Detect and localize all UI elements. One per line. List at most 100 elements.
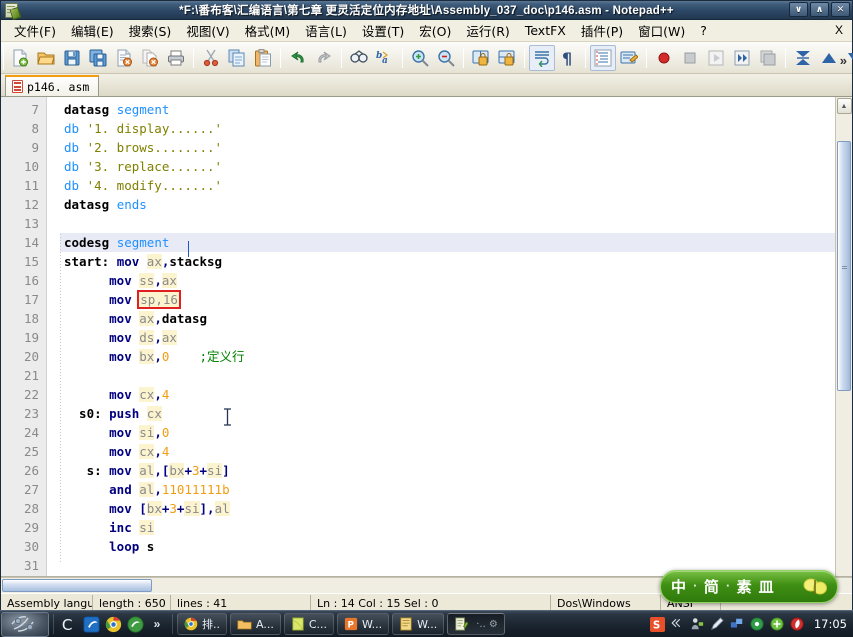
shield-icon[interactable] bbox=[790, 616, 805, 632]
zoom-in-icon[interactable] bbox=[407, 45, 433, 71]
sync-horizontal-icon[interactable] bbox=[494, 45, 520, 71]
code-line[interactable]: codesg segment bbox=[60, 233, 835, 252]
code-line[interactable]: mov [bx+3+si],al bbox=[60, 499, 835, 518]
menu-help[interactable]: ? bbox=[693, 21, 715, 40]
code-line[interactable]: db '4. modify.......' bbox=[60, 176, 835, 195]
code-line[interactable]: s: mov al,[bx+3+si] bbox=[60, 461, 835, 480]
menu-macro[interactable]: 宏(O) bbox=[412, 19, 459, 42]
task-item-1[interactable]: A... bbox=[230, 613, 281, 635]
record-macro-icon[interactable] bbox=[651, 45, 677, 71]
code-line[interactable]: loop s bbox=[60, 537, 835, 556]
ime-toolbar[interactable]: 中 · 简 · 素 皿 bbox=[660, 570, 838, 603]
code-line[interactable]: db '1. display......' bbox=[60, 119, 835, 138]
close-file-icon[interactable] bbox=[111, 45, 137, 71]
scroll-up-arrow[interactable]: ▲ bbox=[836, 98, 852, 114]
ime-keyboard-label[interactable]: 皿 bbox=[759, 576, 774, 597]
vertical-scrollbar[interactable]: ▲ bbox=[835, 97, 852, 576]
ime-shape-label[interactable]: 简 bbox=[704, 576, 719, 597]
task-item-3[interactable]: P W... bbox=[337, 613, 390, 635]
code-line[interactable]: inc si bbox=[60, 518, 835, 537]
menu-language[interactable]: 语言(L) bbox=[298, 19, 355, 42]
paste-icon[interactable] bbox=[250, 45, 276, 71]
clock[interactable]: 17:05 bbox=[810, 617, 847, 631]
tab-p146-asm[interactable]: p146. asm bbox=[5, 75, 100, 96]
hscrollbar-thumb[interactable] bbox=[2, 579, 152, 592]
menu-file[interactable]: 文件(F) bbox=[7, 19, 64, 42]
task-item-4[interactable]: W... bbox=[392, 613, 445, 635]
code-line[interactable] bbox=[60, 366, 835, 385]
copy-icon[interactable] bbox=[224, 45, 250, 71]
expand-up-icon[interactable] bbox=[816, 45, 842, 71]
close-button[interactable]: ✕ bbox=[831, 2, 850, 17]
disc-icon[interactable] bbox=[750, 616, 765, 632]
code-line[interactable]: mov cx,4 bbox=[60, 442, 835, 461]
menu-run[interactable]: 运行(R) bbox=[459, 19, 517, 42]
save-macro-icon[interactable] bbox=[755, 45, 781, 71]
close-all-icon[interactable] bbox=[137, 45, 163, 71]
code-line[interactable]: db '3. replace......' bbox=[60, 157, 835, 176]
code-editor[interactable]: 7 8 9 10 11 12 13 14 15 16 17 18 19 20 21 22 23 24 25 26 27 2… bbox=[1, 97, 852, 577]
run-macro-multiple-icon[interactable] bbox=[729, 45, 755, 71]
code-line[interactable]: s0: push cx bbox=[60, 404, 835, 423]
task-item-0[interactable]: 排.. bbox=[177, 613, 227, 635]
code-line[interactable]: mov si,0 bbox=[60, 423, 835, 442]
maximize-button[interactable]: ∧ bbox=[810, 2, 829, 17]
menu-window[interactable]: 窗口(W) bbox=[631, 19, 693, 42]
menu-textfx[interactable]: TextFX bbox=[518, 21, 574, 40]
code-line[interactable]: mov ax,datasg bbox=[60, 309, 835, 328]
task-item-2[interactable]: C... bbox=[283, 613, 334, 635]
toolbar-overflow-button[interactable]: » bbox=[840, 53, 847, 68]
code-line[interactable]: mov bx,0 ;定义行 bbox=[60, 347, 835, 366]
save-icon[interactable] bbox=[59, 45, 85, 71]
sogou-icon[interactable]: S bbox=[649, 616, 665, 632]
scrollbar-thumb[interactable] bbox=[837, 141, 851, 391]
open-file-icon[interactable] bbox=[33, 45, 59, 71]
menu-edit[interactable]: 编辑(E) bbox=[64, 19, 122, 42]
pen-icon[interactable] bbox=[710, 616, 725, 632]
menu-format[interactable]: 格式(M) bbox=[238, 19, 299, 42]
code-line[interactable]: mov ss,ax bbox=[60, 271, 835, 290]
update-icon[interactable] bbox=[770, 616, 785, 632]
new-file-icon[interactable] bbox=[7, 45, 33, 71]
code-line[interactable]: start: mov ax,stacksg bbox=[60, 252, 835, 271]
code-line[interactable]: datasg segment bbox=[60, 100, 835, 119]
user-defined-dialog-icon[interactable] bbox=[616, 45, 642, 71]
undo-icon[interactable] bbox=[285, 45, 311, 71]
show-all-chars-icon[interactable]: ¶ bbox=[555, 45, 581, 71]
collapse-icon[interactable] bbox=[670, 617, 685, 632]
zoom-out-icon[interactable] bbox=[433, 45, 459, 71]
close-document-button[interactable]: X bbox=[835, 23, 843, 37]
menu-search[interactable]: 搜索(S) bbox=[122, 19, 180, 42]
ime-mode-label[interactable]: 中 bbox=[671, 576, 686, 597]
ime-punct-label[interactable]: 素 bbox=[737, 576, 752, 597]
code-line[interactable]: and al,11011111b bbox=[60, 480, 835, 499]
cut-icon[interactable] bbox=[198, 45, 224, 71]
stop-record-macro-icon[interactable] bbox=[677, 45, 703, 71]
minimize-button[interactable]: ∨ bbox=[789, 2, 808, 17]
code-text-area[interactable]: datasg segment db '1. display......' db '2… bbox=[60, 97, 835, 576]
save-all-icon[interactable] bbox=[85, 45, 111, 71]
toolbar-grip[interactable] bbox=[3, 45, 4, 70]
code-line[interactable]: datasg ends bbox=[60, 195, 835, 214]
butterfly-icon[interactable] bbox=[803, 577, 827, 597]
start-orb-icon[interactable] bbox=[1, 611, 49, 637]
overflow-icon[interactable]: » bbox=[146, 613, 168, 635]
c-icon[interactable]: C bbox=[58, 613, 80, 635]
browser-green-icon[interactable] bbox=[124, 613, 146, 635]
menu-settings[interactable]: 设置(T) bbox=[355, 19, 412, 42]
replace-icon[interactable]: ba bbox=[372, 45, 398, 71]
find-icon[interactable] bbox=[346, 45, 372, 71]
title-bar[interactable]: *F:\番布客\汇编语言\第七章 更灵活定位内存地址\Assembly_037_… bbox=[1, 1, 852, 20]
menu-view[interactable]: 视图(V) bbox=[179, 19, 237, 42]
collapse-all-icon[interactable] bbox=[790, 45, 816, 71]
fold-margin[interactable] bbox=[47, 97, 60, 576]
sync-vertical-icon[interactable] bbox=[468, 45, 494, 71]
print-icon[interactable] bbox=[163, 45, 189, 71]
play-macro-icon[interactable] bbox=[703, 45, 729, 71]
indent-guide-icon[interactable] bbox=[590, 44, 616, 71]
code-line[interactable] bbox=[60, 214, 835, 233]
word-wrap-icon[interactable] bbox=[529, 44, 555, 71]
redo-icon[interactable] bbox=[311, 45, 337, 71]
code-line[interactable]: mov sp,16 bbox=[60, 290, 835, 309]
code-line[interactable]: mov ds,ax bbox=[60, 328, 835, 347]
